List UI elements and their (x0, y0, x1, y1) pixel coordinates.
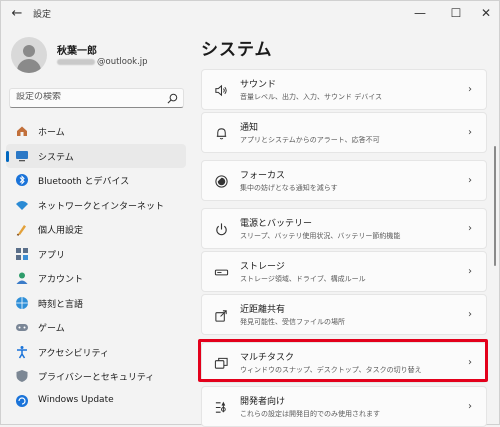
settings-window: ← 設定 — ☐ ✕ 秋葉一郎 @outlook.jp ホームシステムBluet… (0, 0, 500, 427)
home-icon (17, 126, 27, 136)
card-subtitle: スリープ、バッテリ使用状況、バッテリー節約機能 (240, 232, 401, 240)
sidebar-item-account[interactable]: アカウント (6, 266, 186, 291)
card-title: 通知 (240, 123, 259, 133)
windows-update-icon (16, 394, 28, 407)
sidebar-item-label: 個人用設定 (38, 226, 84, 236)
sidebar-item-label: Windows Update (38, 394, 114, 405)
back-button[interactable]: ← (9, 6, 25, 22)
focus-icon (215, 175, 228, 188)
gaming-icon (16, 324, 28, 331)
sidebar-item-label: ネットワークとインターネット (38, 201, 165, 212)
chevron-right-icon: › (468, 223, 472, 234)
user-name: 秋葉一郎 (57, 46, 97, 57)
share-icon (215, 310, 227, 322)
settings-card-focus[interactable]: フォーカス集中の妨げとなる通知を減らす › (201, 160, 487, 201)
sidebar-item-windows-update[interactable]: Windows Update (6, 389, 186, 414)
card-title: マルチタスク (240, 353, 295, 363)
page-title: システム (201, 40, 273, 60)
sidebar-item-apps[interactable]: アプリ (6, 242, 186, 267)
settings-card-developer[interactable]: 開発者向けこれらの設定は開発目的でのみ使用されます › (201, 386, 487, 427)
settings-card-share[interactable]: 近距離共有発見可能性、受信ファイルの場所 › (201, 294, 487, 335)
card-title: 開発者向け (240, 397, 286, 407)
email-suffix: @outlook.jp (97, 57, 148, 67)
settings-card-bell[interactable]: 通知アプリとシステムからのアラート、応答不可 › (201, 112, 487, 153)
minimize-button[interactable]: — (407, 3, 433, 23)
account-icon (16, 272, 28, 284)
card-subtitle: 集中の妨げとなる通知を減らす (240, 184, 338, 192)
apps-icon (16, 247, 28, 260)
app-title: 設定 (33, 10, 52, 20)
chevron-right-icon: › (468, 84, 472, 95)
sidebar-item-gaming[interactable]: ゲーム (6, 315, 186, 340)
active-indicator (6, 150, 9, 162)
privacy-icon (16, 370, 28, 382)
bell-icon (216, 128, 227, 140)
sidebar-item-home[interactable]: ホーム (6, 119, 186, 144)
title-bar: ← 設定 — ☐ ✕ (1, 1, 499, 27)
sidebar-item-bluetooth[interactable]: Bluetooth とデバイス (6, 168, 186, 193)
sidebar-item-label: アクセシビリティ (38, 348, 110, 359)
card-title: サウンド (240, 80, 277, 90)
accessibility-icon (17, 345, 27, 358)
sidebar-item-system[interactable]: システム (6, 143, 186, 168)
card-subtitle: ウィンドウのスナップ、デスクトップ、タスクの切り替え (240, 366, 422, 374)
settings-card-power[interactable]: 電源とバッテリースリープ、バッテリ使用状況、バッテリー節約機能 › (201, 208, 487, 249)
sidebar-item-label: アカウント (38, 275, 84, 285)
chevron-right-icon: › (468, 175, 472, 186)
storage-icon (214, 269, 229, 276)
maximize-button[interactable]: ☐ (443, 3, 469, 23)
search-icon[interactable] (167, 93, 178, 104)
time-language-icon (16, 296, 28, 309)
sidebar-item-personalization[interactable]: 個人用設定 (6, 217, 186, 242)
card-subtitle: 音量レベル、出力、入力、サウンド デバイス (240, 93, 383, 101)
bluetooth-icon (16, 174, 28, 186)
card-subtitle: 発見可能性、受信ファイルの場所 (240, 318, 345, 326)
sidebar-item-label: 時刻と言語 (38, 299, 84, 310)
card-subtitle: これらの設定は開発目的でのみ使用されます (240, 410, 380, 418)
settings-card-multitask[interactable]: マルチタスクウィンドウのスナップ、デスクトップ、タスクの切り替え › (201, 342, 487, 383)
card-subtitle: ストレージ領域、ドライブ、構成ルール (240, 275, 366, 283)
card-subtitle: アプリとシステムからのアラート、応答不可 (240, 136, 380, 144)
chevron-right-icon: › (468, 127, 472, 138)
sidebar-item-label: アプリ (38, 250, 66, 261)
avatar[interactable] (11, 37, 47, 73)
user-email: @outlook.jp (57, 57, 148, 67)
sidebar-item-label: Bluetooth とデバイス (38, 177, 130, 187)
card-title: ストレージ (240, 262, 285, 272)
network-icon (16, 200, 28, 210)
sidebar-nav: ホームシステム Bluetooth とデバイスネットワークとインターネット 個人用設… (1, 119, 191, 413)
search-input[interactable] (16, 92, 156, 102)
card-title: 電源とバッテリー (240, 219, 313, 229)
card-title: フォーカス (240, 171, 286, 181)
developer-icon (215, 401, 226, 413)
sidebar-item-label: ホーム (38, 128, 65, 138)
settings-card-speaker[interactable]: サウンド音量レベル、出力、入力、サウンド デバイス › (201, 69, 487, 110)
scrollbar[interactable] (494, 146, 496, 266)
sidebar-item-privacy[interactable]: プライバシーとセキュリティ (6, 364, 186, 389)
sidebar-item-time-language[interactable]: 時刻と言語 (6, 291, 186, 316)
avatar-head (23, 45, 35, 57)
card-title: 近距離共有 (240, 305, 286, 315)
sidebar-item-label: プライバシーとセキュリティ (38, 373, 155, 383)
sidebar-item-label: ゲーム (38, 324, 65, 334)
chevron-right-icon: › (468, 401, 472, 412)
email-redacted (57, 58, 95, 65)
chevron-right-icon: › (468, 309, 472, 320)
speaker-icon (215, 84, 227, 97)
settings-card-storage[interactable]: ストレージストレージ領域、ドライブ、構成ルール › (201, 251, 487, 292)
sidebar-item-accessibility[interactable]: アクセシビリティ (6, 340, 186, 365)
sidebar-item-network[interactable]: ネットワークとインターネット (6, 193, 186, 218)
close-button[interactable]: ✕ (473, 3, 499, 23)
sidebar-item-label: システム (38, 152, 74, 163)
search-box[interactable] (9, 88, 184, 108)
avatar-body (17, 59, 41, 73)
chevron-right-icon: › (468, 357, 472, 368)
multitask-icon (214, 357, 228, 369)
chevron-right-icon: › (468, 266, 472, 277)
personalization-icon (16, 225, 26, 236)
system-icon (16, 150, 28, 161)
power-icon (216, 223, 227, 236)
